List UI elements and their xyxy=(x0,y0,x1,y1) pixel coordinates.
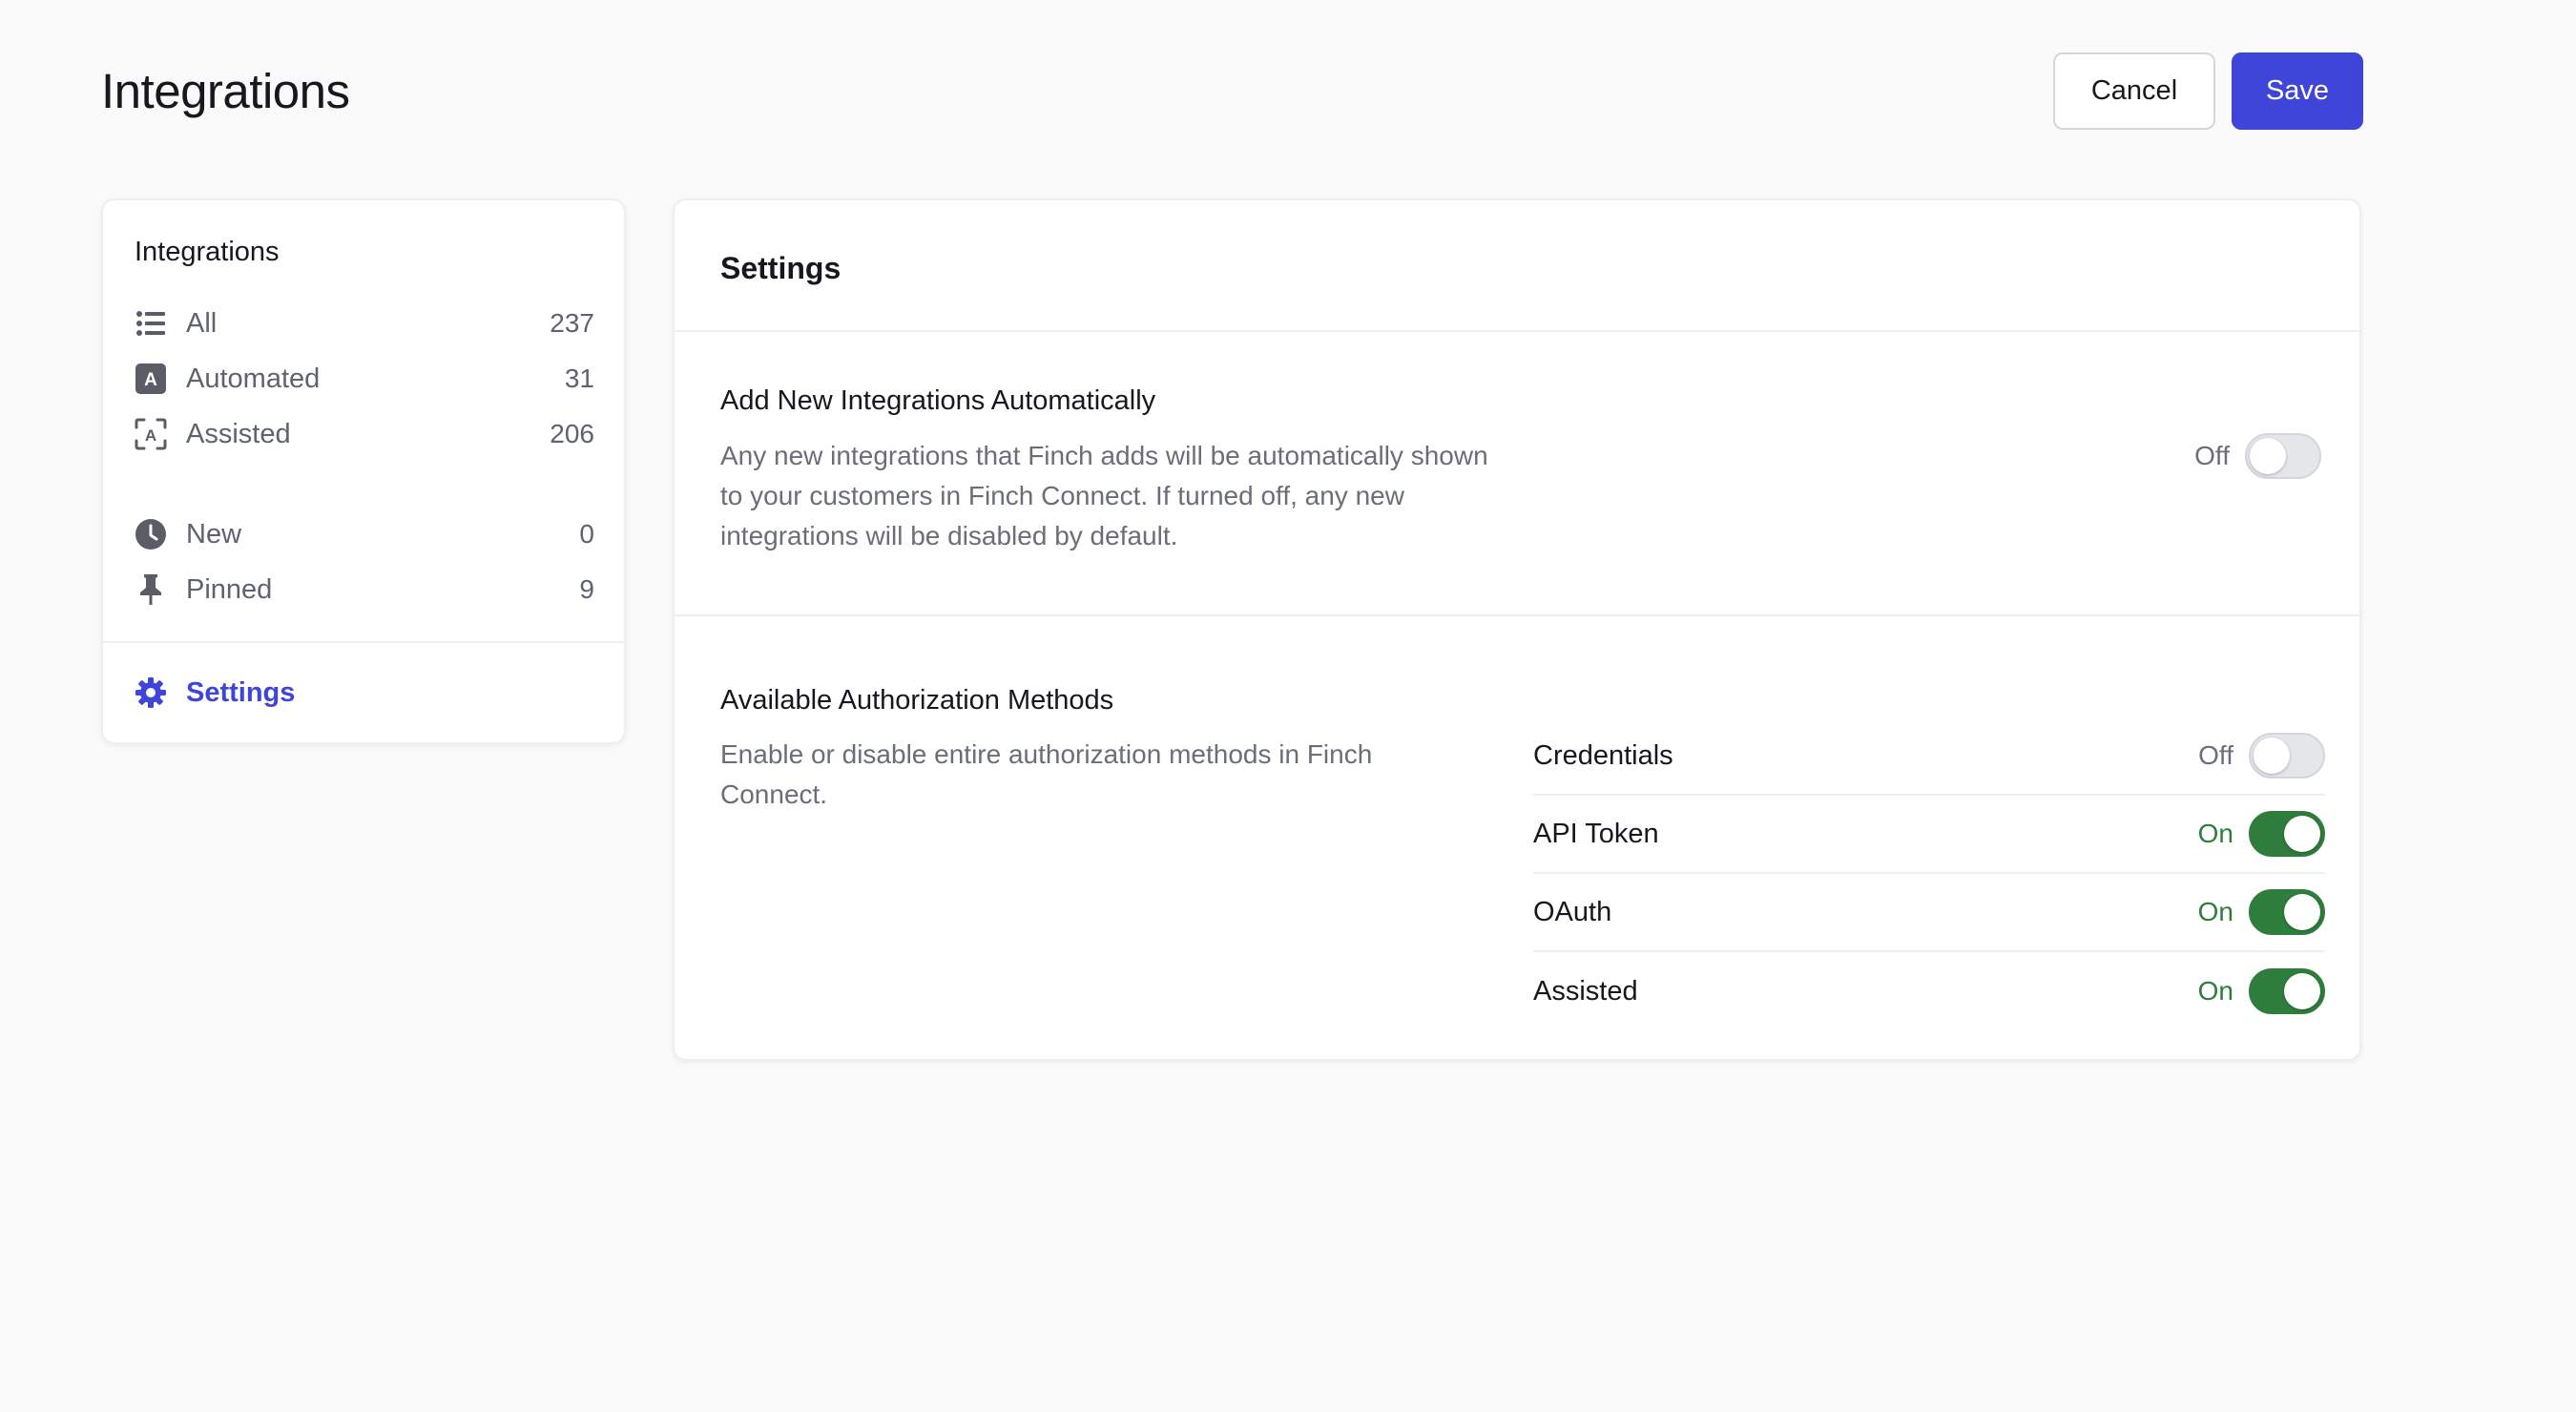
svg-text:A: A xyxy=(144,370,157,390)
pin-icon xyxy=(135,573,167,606)
panel-divider xyxy=(675,330,2359,332)
sidebar-item-count: 206 xyxy=(550,419,594,448)
auto-add-toggle[interactable] xyxy=(2245,433,2321,479)
toggle-state-label: On xyxy=(2197,819,2233,848)
toggle-knob xyxy=(2254,737,2290,774)
header-actions: Cancel Save xyxy=(2053,52,2363,130)
method-label: Credentials xyxy=(1533,739,1673,771)
toggle-state-label: On xyxy=(2197,976,2233,1006)
sidebar-heading: Integrations xyxy=(135,237,280,267)
auth-methods-title: Available Authorization Methods xyxy=(720,685,1114,716)
assisted-icon: A xyxy=(135,418,167,450)
sidebar-item-label: Settings xyxy=(186,676,296,708)
sidebar-item-label: Pinned xyxy=(186,573,273,605)
sidebar-item-label: Automated xyxy=(186,363,321,394)
sidebar-item-assisted[interactable]: A Assisted 206 xyxy=(135,413,594,455)
sidebar-item-label: New xyxy=(186,518,242,550)
sidebar-item-pinned[interactable]: Pinned 9 xyxy=(135,569,594,611)
auth-methods-description: Enable or disable entire authorization m… xyxy=(720,739,1373,809)
settings-panel: Settings Add New Integrations Automatica… xyxy=(673,198,2361,1061)
sidebar-item-count: 0 xyxy=(579,519,594,549)
auto-add-description: Any new integrations that Finch adds wil… xyxy=(720,441,1488,550)
toggle-state-label: Off xyxy=(2194,441,2230,470)
clock-icon xyxy=(135,518,167,550)
integrations-sidebar: Integrations All 237 A Automated 31 A As… xyxy=(101,198,626,744)
toggle-knob xyxy=(2284,973,2320,1009)
sidebar-item-settings[interactable]: Settings xyxy=(135,672,594,714)
oauth-toggle[interactable] xyxy=(2249,889,2325,935)
credentials-toggle[interactable] xyxy=(2249,733,2325,779)
auth-method-assisted: Assisted On xyxy=(1533,952,2325,1030)
auth-method-oauth: OAuth On xyxy=(1533,874,2325,952)
list-icon xyxy=(135,307,167,340)
toggle-knob xyxy=(2284,894,2320,930)
sidebar-item-label: All xyxy=(186,307,218,339)
toggle-knob xyxy=(2284,816,2320,852)
automated-icon: A xyxy=(135,363,167,395)
method-toggle-row: Off xyxy=(2198,733,2325,779)
auto-add-title: Add New Integrations Automatically xyxy=(720,385,1156,416)
sidebar-item-count: 237 xyxy=(550,308,594,338)
auth-method-api-token: API Token On xyxy=(1533,796,2325,874)
method-label: OAuth xyxy=(1533,896,1612,927)
sidebar-item-automated[interactable]: A Automated 31 xyxy=(135,358,594,400)
sidebar-divider xyxy=(103,641,624,643)
gear-icon xyxy=(135,676,167,709)
save-button[interactable]: Save xyxy=(2232,52,2363,130)
auth-method-credentials: Credentials Off xyxy=(1533,717,2325,796)
auth-methods-list: Credentials Off API Token On OAuth On As… xyxy=(1533,717,2325,1030)
panel-title: Settings xyxy=(720,251,841,285)
page-title: Integrations xyxy=(101,64,350,118)
cancel-button[interactable]: Cancel xyxy=(2053,52,2215,130)
integrations-page: Integrations Cancel Save Integrations Al… xyxy=(0,0,2576,1412)
sidebar-item-count: 31 xyxy=(564,363,594,393)
method-label: Assisted xyxy=(1533,975,1638,1007)
method-toggle-row: On xyxy=(2198,889,2325,935)
assisted-toggle[interactable] xyxy=(2249,968,2325,1014)
method-label: API Token xyxy=(1533,818,1659,849)
toggle-state-label: On xyxy=(2197,897,2233,926)
sidebar-item-count: 9 xyxy=(579,574,594,604)
method-toggle-row: On xyxy=(2198,968,2325,1014)
api-token-toggle[interactable] xyxy=(2249,811,2325,857)
sidebar-item-label: Assisted xyxy=(186,418,291,449)
svg-text:A: A xyxy=(145,426,156,445)
sidebar-item-all[interactable]: All 237 xyxy=(135,302,594,344)
auto-add-toggle-row: Off xyxy=(2194,433,2321,479)
toggle-state-label: Off xyxy=(2198,740,2233,770)
panel-divider xyxy=(675,614,2359,616)
sidebar-item-new[interactable]: New 0 xyxy=(135,513,594,555)
method-toggle-row: On xyxy=(2198,811,2325,857)
toggle-knob xyxy=(2250,438,2286,474)
